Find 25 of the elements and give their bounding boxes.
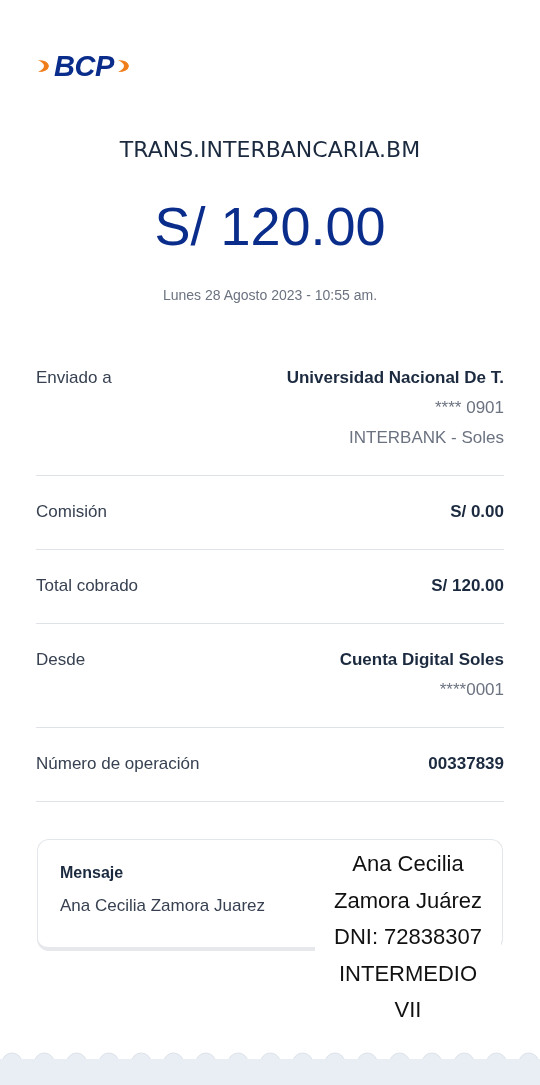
- detail-label: Número de operación: [36, 753, 200, 775]
- note-line: Ana Cecilia: [352, 850, 464, 878]
- message-label: Mensaje: [60, 863, 124, 883]
- note-line: INTERMEDIO: [338, 959, 478, 988]
- detail-value: **** 0901: [435, 397, 504, 419]
- message-text: Ana Cecilia Zamora Juarez: [60, 895, 266, 917]
- transaction-title: TRANS.INTERBANCARIA.BM: [118, 136, 422, 164]
- amount: S/ 120.00: [153, 195, 387, 258]
- note-line: DNI: 72838307: [334, 923, 482, 951]
- detail-value: S/ 0.00: [450, 501, 504, 523]
- transaction-date: Lunes 28 Agosto 2023 - 10:55 am.: [161, 286, 378, 305]
- detail-label: Desde: [36, 649, 86, 671]
- detail-value: Universidad Nacional De T.: [286, 367, 504, 389]
- chevron-icon: [36, 57, 52, 75]
- detail-value: INTERBANK - Soles: [349, 427, 504, 449]
- detail-value: ****0001: [439, 679, 504, 701]
- note-line: Zamora Juárez: [334, 886, 482, 915]
- detail-label: Comisión: [36, 501, 107, 523]
- detail-label: Enviado a: [36, 367, 112, 389]
- detail-value: Cuenta Digital Soles: [339, 649, 504, 671]
- note-line: VII: [394, 996, 422, 1024]
- detail-label: Total cobrado: [36, 575, 139, 597]
- detail-value: S/ 120.00: [431, 575, 504, 597]
- bank-logo: BCP: [54, 51, 114, 81]
- detail-value: 00337839: [428, 753, 504, 775]
